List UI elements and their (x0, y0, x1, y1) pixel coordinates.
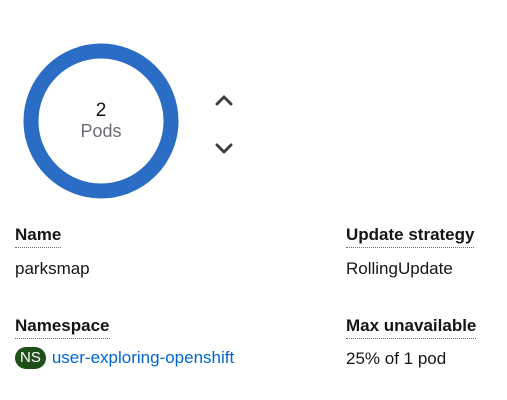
pod-ring-label: 2 Pods (22, 42, 180, 200)
namespace-value: NS user-exploring-openshift (15, 347, 234, 369)
pod-count: 2 (95, 100, 107, 121)
name-value: parksmap (15, 259, 90, 278)
update-strategy-label[interactable]: Update strategy (346, 225, 475, 248)
update-strategy-value: RollingUpdate (346, 259, 453, 278)
scale-up-button[interactable] (210, 88, 238, 112)
namespace-badge: NS (15, 347, 46, 369)
pod-unit-label: Pods (80, 121, 122, 141)
chevron-up-icon (215, 95, 233, 106)
chevron-down-icon (215, 143, 233, 154)
max-unavailable-label[interactable]: Max unavailable (346, 316, 477, 339)
pod-ring-chart: 2 Pods (22, 42, 180, 200)
name-label[interactable]: Name (15, 225, 62, 248)
namespace-label[interactable]: Namespace (15, 316, 110, 339)
max-unavailable-value: 25% of 1 pod (346, 349, 447, 368)
namespace-link[interactable]: user-exploring-openshift (52, 347, 234, 369)
scale-down-button[interactable] (210, 137, 238, 161)
